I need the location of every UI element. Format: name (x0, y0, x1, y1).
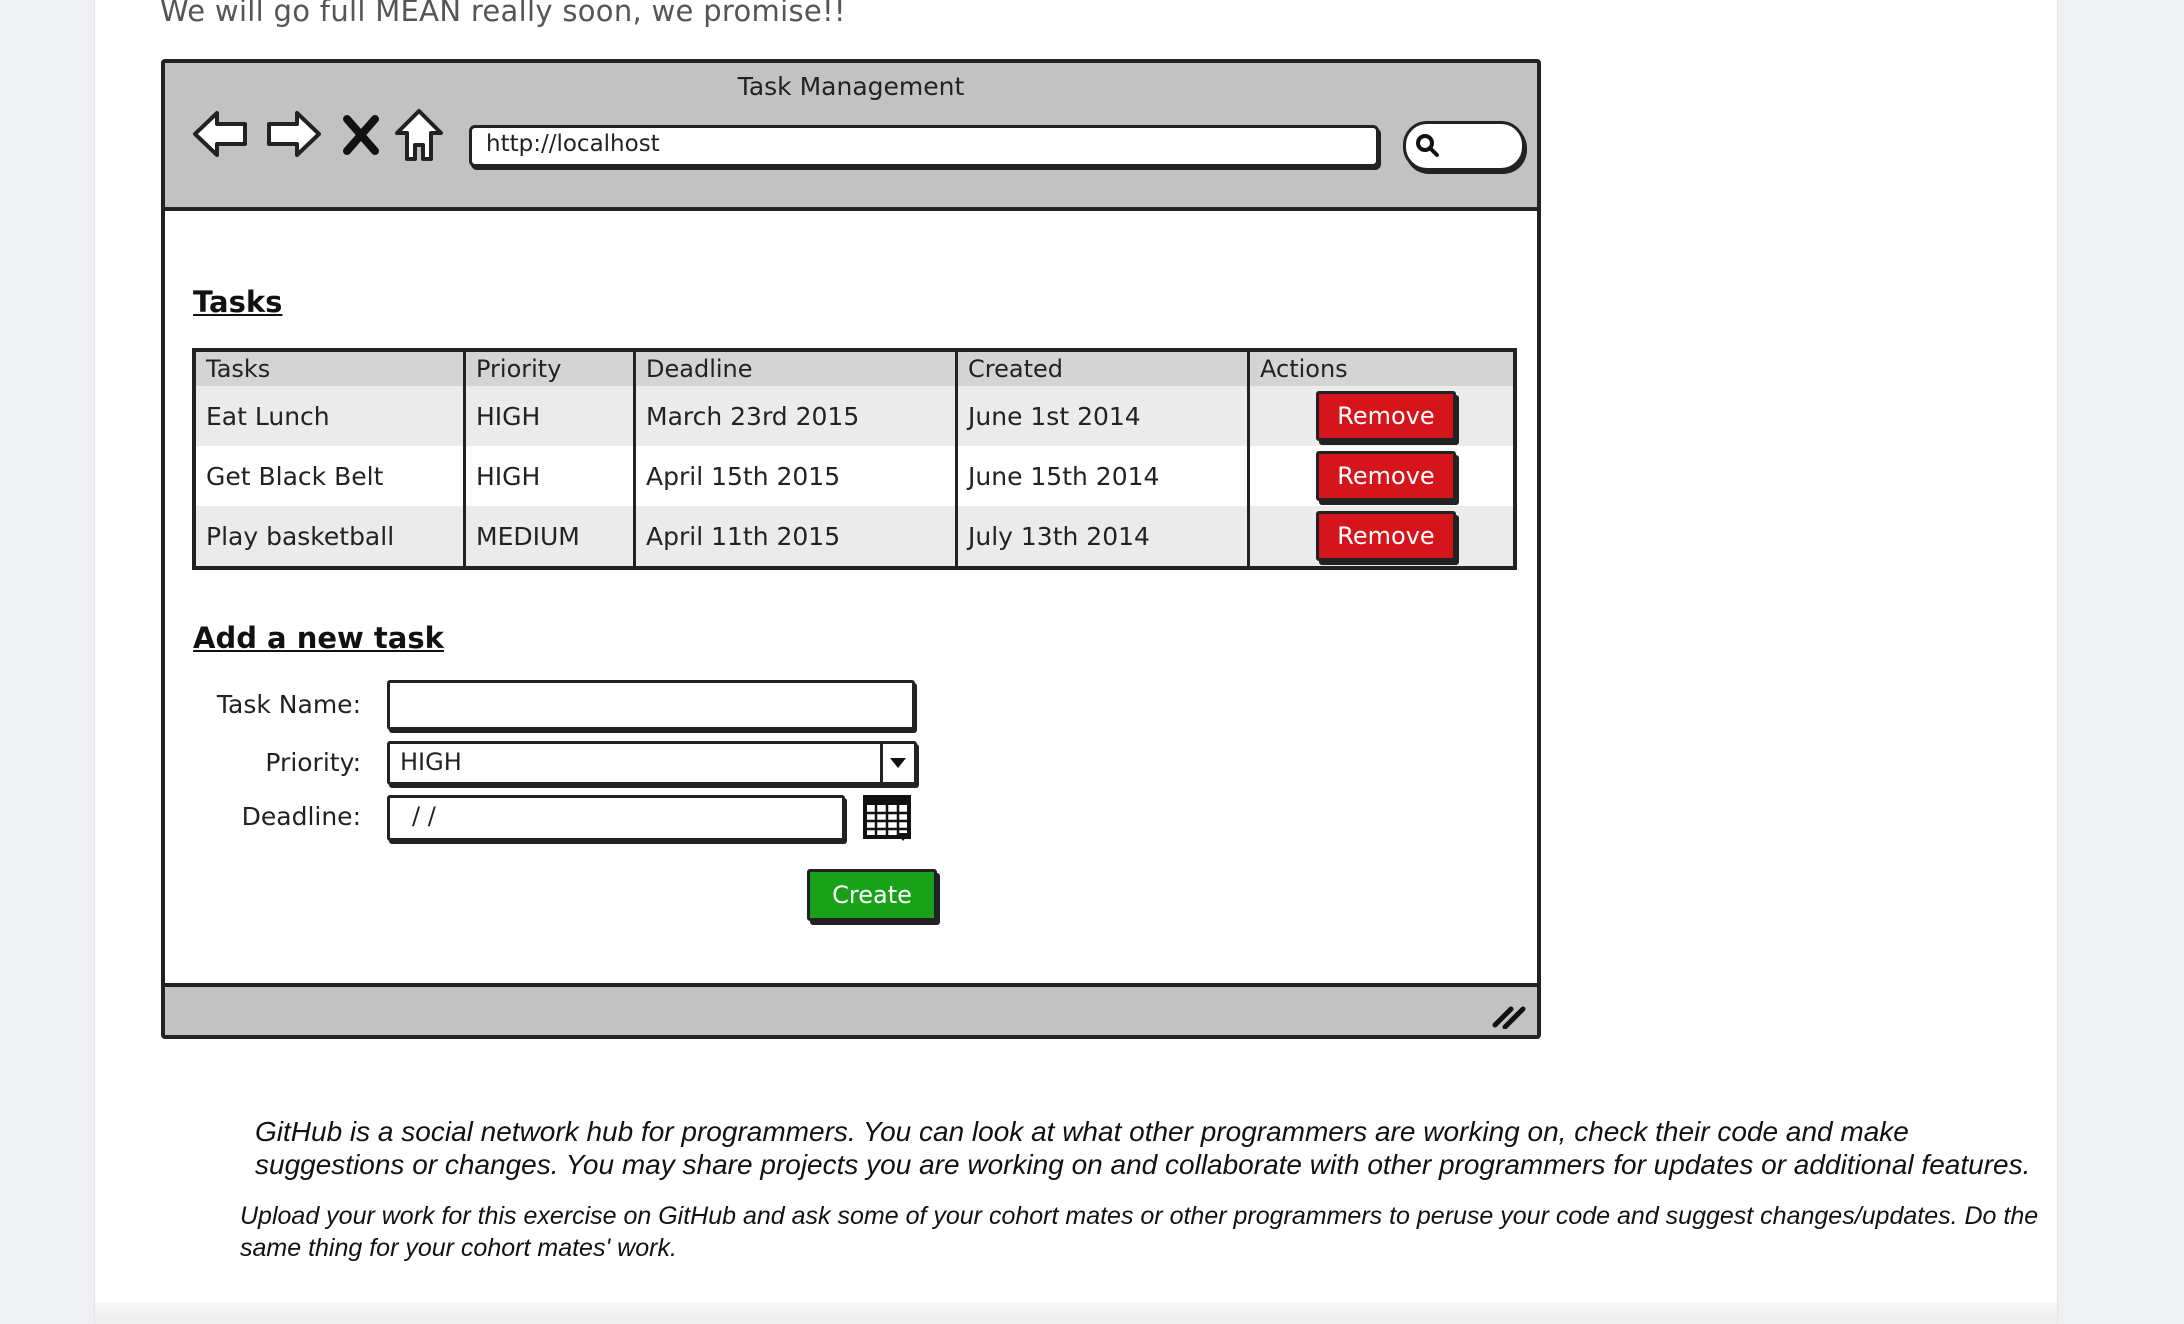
intro-text: We will go full MEAN really soon, we pro… (160, 0, 846, 28)
table-row: Play basketball MEDIUM April 11th 2015 J… (196, 506, 1513, 566)
priority-cell: MEDIUM (466, 506, 636, 566)
add-task-heading: Add a new task (193, 621, 444, 655)
created-cell: June 1st 2014 (958, 386, 1250, 446)
page-bottom-fade (95, 1302, 2057, 1324)
priority-value: HIGH (400, 748, 462, 776)
search-box[interactable] (1403, 121, 1525, 171)
task-cell: Get Black Belt (196, 446, 466, 506)
address-bar[interactable]: http://localhost (469, 125, 1379, 167)
url-text: http://localhost (486, 131, 660, 157)
stop-x-icon[interactable] (341, 113, 381, 157)
column-header: Priority (466, 352, 636, 386)
deadline-input[interactable]: / / (387, 795, 845, 841)
remove-button[interactable]: Remove (1316, 511, 1456, 561)
wireframe-mockup: Task Management http://localhost Tasks T… (161, 59, 1541, 1039)
github-description: GitHub is a social network hub for progr… (255, 1116, 2031, 1180)
home-icon[interactable] (393, 107, 445, 163)
priority-select[interactable]: HIGH (387, 741, 917, 785)
deadline-cell: April 11th 2015 (636, 506, 958, 566)
remove-button[interactable]: Remove (1316, 391, 1456, 441)
deadline-cell: March 23rd 2015 (636, 386, 958, 446)
table-header-row: Tasks Priority Deadline Created Actions (196, 352, 1513, 386)
table-row: Get Black Belt HIGH April 15th 2015 June… (196, 446, 1513, 506)
tasks-heading: Tasks (193, 285, 283, 319)
table-row: Eat Lunch HIGH March 23rd 2015 June 1st … (196, 386, 1513, 446)
browser-chrome: Task Management http://localhost (165, 63, 1537, 211)
priority-cell: HIGH (466, 386, 636, 446)
remove-button[interactable]: Remove (1316, 451, 1456, 501)
task-cell: Play basketball (196, 506, 466, 566)
actions-cell: Remove (1250, 386, 1513, 446)
search-icon (1416, 134, 1439, 157)
task-name-label: Task Name: (216, 690, 361, 719)
column-header: Created (958, 352, 1250, 386)
column-header: Deadline (636, 352, 958, 386)
deadline-cell: April 15th 2015 (636, 446, 958, 506)
browser-status-bar (165, 983, 1537, 1035)
task-name-input[interactable] (387, 680, 915, 730)
window-title: Task Management (737, 72, 965, 101)
upload-instructions: Upload your work for this exercise on Gi… (240, 1202, 2039, 1262)
chevron-down-icon (890, 758, 906, 768)
created-cell: June 15th 2014 (958, 446, 1250, 506)
dropdown-arrow[interactable] (880, 744, 914, 782)
calendar-icon[interactable] (863, 793, 915, 845)
actions-cell: Remove (1250, 446, 1513, 506)
content-page: We will go full MEAN really soon, we pro… (94, 0, 2058, 1324)
actions-cell: Remove (1250, 506, 1513, 566)
create-button[interactable]: Create (807, 869, 937, 921)
priority-label: Priority: (265, 748, 361, 777)
forward-arrow-icon[interactable] (263, 107, 323, 161)
deadline-value: / / (412, 802, 436, 830)
priority-cell: HIGH (466, 446, 636, 506)
back-arrow-icon[interactable] (191, 107, 251, 161)
column-header: Tasks (196, 352, 466, 386)
created-cell: July 13th 2014 (958, 506, 1250, 566)
deadline-label: Deadline: (241, 802, 361, 831)
tasks-table: Tasks Priority Deadline Created Actions … (192, 348, 1517, 570)
column-header: Actions (1260, 355, 1348, 383)
resize-grip-icon[interactable] (1491, 1003, 1527, 1029)
task-cell: Eat Lunch (196, 386, 466, 446)
